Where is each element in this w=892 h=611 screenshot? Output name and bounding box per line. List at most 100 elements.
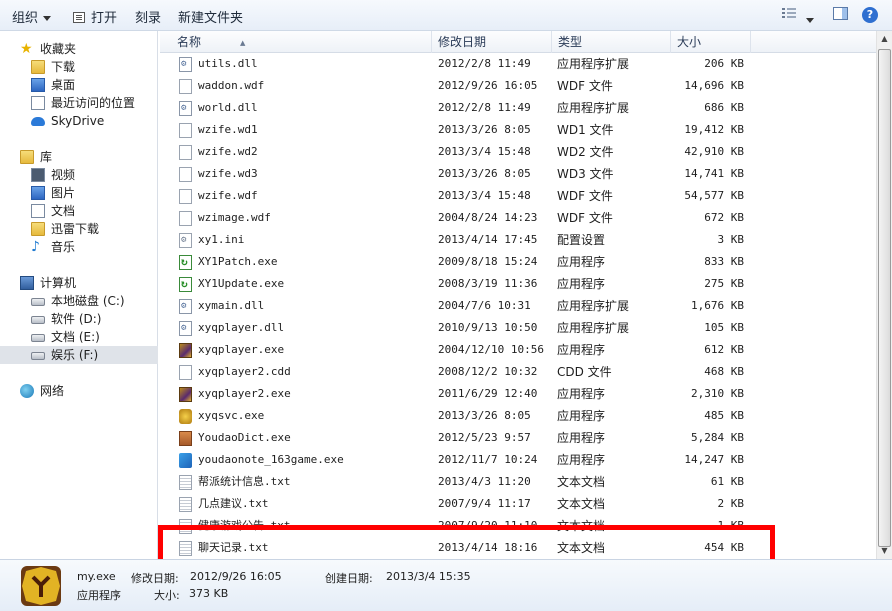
dll-file-icon bbox=[179, 57, 192, 72]
file-row[interactable]: wzife.wd3 2013/3/26 8:05 WD3 文件 14,741 KB bbox=[160, 163, 876, 185]
navigation-pane: ★ 收藏夹 下载 桌面 最近访问的位置 SkyDrive 库 视频 图片 文档 … bbox=[0, 31, 158, 559]
file-row[interactable]: YoudaoDict.exe 2012/5/23 9:57 应用程序 5,284 KB bbox=[160, 427, 876, 449]
file-type: 应用程序 bbox=[557, 431, 606, 445]
view-options-dropdown[interactable] bbox=[806, 13, 814, 27]
file-row[interactable]: waddon.wdf 2012/9/26 16:05 WDF 文件 14,696 KB bbox=[160, 75, 876, 97]
nav-computer[interactable]: 计算机 bbox=[0, 274, 158, 292]
file-row[interactable]: utils.dll 2012/2/8 11:49 应用程序扩展 206 KB bbox=[160, 53, 876, 75]
computer-icon bbox=[20, 276, 34, 290]
nav-pictures-label: 图片 bbox=[51, 186, 76, 200]
details-filename: my.exe bbox=[77, 570, 116, 583]
column-header-date[interactable]: 修改日期 bbox=[432, 31, 552, 53]
file-row[interactable]: xyqplayer2.exe 2011/6/29 12:40 应用程序 2,310 K… bbox=[160, 383, 876, 405]
scroll-down-arrow-icon[interactable]: ▼ bbox=[877, 543, 892, 559]
file-row[interactable]: wzife.wd1 2013/3/26 8:05 WD1 文件 19,412 KB bbox=[160, 119, 876, 141]
file-size: 275 KB bbox=[704, 277, 744, 290]
file-type: WD2 文件 bbox=[557, 145, 614, 159]
file-size: 61 KB bbox=[710, 475, 744, 488]
file-row[interactable]: XY1Patch.exe 2009/8/18 15:24 应用程序 833 KB bbox=[160, 251, 876, 273]
file-name: xyqplayer2.cdd bbox=[198, 365, 291, 378]
nav-drive-d[interactable]: 软件 (D:) bbox=[0, 310, 158, 328]
nav-music[interactable]: ♪ 音乐 bbox=[0, 238, 158, 256]
nav-documents[interactable]: 文档 bbox=[0, 202, 158, 220]
file-row[interactable]: 几点建议.txt 2007/9/4 11:17 文本文档 2 KB bbox=[160, 493, 876, 515]
nav-videos[interactable]: 视频 bbox=[0, 166, 158, 184]
preview-pane-button[interactable] bbox=[833, 7, 848, 20]
downloads-folder-icon bbox=[31, 60, 45, 74]
file-date: 2004/7/6 10:31 bbox=[438, 299, 531, 312]
file-row[interactable]: xyqplayer.exe 2004/12/10 10:56 应用程序 612 KB bbox=[160, 339, 876, 361]
file-date: 2008/12/2 10:32 bbox=[438, 365, 538, 378]
ini-file-icon bbox=[179, 233, 192, 248]
file-type: WD1 文件 bbox=[557, 123, 614, 137]
nav-documents-label: 文档 bbox=[51, 204, 76, 218]
file-size: 5,284 KB bbox=[691, 431, 744, 444]
file-row[interactable]: youdaonote_163game.exe 2012/11/7 10:24 应用程… bbox=[160, 449, 876, 471]
column-header-type[interactable]: 类型 bbox=[552, 31, 671, 53]
nav-drive-f[interactable]: 娱乐 (F:) bbox=[0, 346, 158, 364]
open-button[interactable]: 打开 bbox=[73, 7, 117, 26]
file-row[interactable]: wzife.wdf 2013/3/4 15:48 WDF 文件 54,577 KB bbox=[160, 185, 876, 207]
plain-file-icon bbox=[179, 365, 192, 380]
burn-button[interactable]: 刻录 bbox=[135, 7, 161, 26]
file-row[interactable]: wzimage.wdf 2004/8/24 14:23 WDF 文件 672 KB bbox=[160, 207, 876, 229]
nav-recent-places[interactable]: 最近访问的位置 bbox=[0, 94, 158, 112]
file-date: 2013/3/26 8:05 bbox=[438, 167, 531, 180]
game-file-icon bbox=[179, 387, 192, 402]
nav-drive-f-label: 娱乐 (F:) bbox=[51, 348, 99, 362]
nav-drive-c[interactable]: 本地磁盘 (C:) bbox=[0, 292, 158, 310]
nav-downloads[interactable]: 下载 bbox=[0, 58, 158, 76]
file-size: 19,412 KB bbox=[684, 123, 744, 136]
change-view-button[interactable] bbox=[782, 7, 796, 20]
sort-ascending-icon: ▲ bbox=[240, 39, 246, 47]
nav-drive-d-label: 软件 (D:) bbox=[51, 312, 102, 326]
nav-drive-e[interactable]: 文档 (E:) bbox=[0, 328, 158, 346]
organize-button[interactable]: 组织 bbox=[12, 7, 52, 26]
file-type: 文本文档 bbox=[557, 475, 606, 489]
nav-libraries-label: 库 bbox=[40, 150, 53, 164]
help-button[interactable]: ? bbox=[862, 7, 878, 23]
open-label: 打开 bbox=[91, 11, 118, 26]
scroll-up-arrow-icon[interactable]: ▲ bbox=[877, 31, 892, 47]
scrollbar-thumb[interactable] bbox=[878, 49, 891, 547]
file-row[interactable]: xyqplayer2.cdd 2008/12/2 10:32 CDD 文件 468 K… bbox=[160, 361, 876, 383]
file-size: 42,910 KB bbox=[684, 145, 744, 158]
file-name: xy1.ini bbox=[198, 233, 245, 246]
nav-network[interactable]: 网络 bbox=[0, 382, 158, 400]
nav-pictures[interactable]: 图片 bbox=[0, 184, 158, 202]
column-header-size[interactable]: 大小 bbox=[671, 31, 751, 53]
desktop-icon bbox=[31, 78, 45, 92]
vertical-scrollbar[interactable]: ▲ ▼ bbox=[876, 31, 892, 559]
preview-pane-icon bbox=[833, 7, 848, 20]
drive-icon bbox=[31, 352, 45, 360]
open-icon bbox=[73, 12, 85, 23]
file-row[interactable]: xyqsvc.exe 2013/3/26 8:05 应用程序 485 KB bbox=[160, 405, 876, 427]
file-type: 应用程序扩展 bbox=[557, 321, 630, 335]
dll-file-icon bbox=[179, 321, 192, 336]
column-header-name[interactable]: ▲ 名称 bbox=[160, 31, 432, 53]
nav-thunder-downloads[interactable]: 迅雷下载 bbox=[0, 220, 158, 238]
dll-file-icon bbox=[179, 299, 192, 314]
file-size: 485 KB bbox=[704, 409, 744, 422]
nav-desktop[interactable]: 桌面 bbox=[0, 76, 158, 94]
game-app-icon bbox=[21, 566, 61, 606]
file-row[interactable]: xyqplayer.dll 2010/9/13 10:50 应用程序扩展 105 KB bbox=[160, 317, 876, 339]
file-size: 206 KB bbox=[704, 57, 744, 70]
file-type: 应用程序扩展 bbox=[557, 101, 630, 115]
file-row[interactable]: 帮派统计信息.txt 2013/4/3 11:20 文本文档 61 KB bbox=[160, 471, 876, 493]
file-type: 应用程序扩展 bbox=[557, 57, 630, 71]
new-folder-button[interactable]: 新建文件夹 bbox=[178, 7, 243, 26]
file-name: xyqsvc.exe bbox=[198, 409, 265, 422]
nav-favorites[interactable]: ★ 收藏夹 bbox=[0, 40, 158, 58]
file-row[interactable]: world.dll 2012/2/8 11:49 应用程序扩展 686 KB bbox=[160, 97, 876, 119]
chevron-down-icon bbox=[806, 18, 814, 23]
file-row[interactable]: wzife.wd2 2013/3/4 15:48 WD2 文件 42,910 KB bbox=[160, 141, 876, 163]
nav-skydrive[interactable]: SkyDrive bbox=[0, 112, 158, 130]
file-row[interactable]: xy1.ini 2013/4/14 17:45 配置设置 3 KB bbox=[160, 229, 876, 251]
nav-libraries[interactable]: 库 bbox=[0, 148, 158, 166]
burn-label: 刻录 bbox=[135, 11, 162, 26]
file-row[interactable]: xymain.dll 2004/7/6 10:31 应用程序扩展 1,676 KB bbox=[160, 295, 876, 317]
file-row[interactable]: XY1Update.exe 2008/3/19 11:36 应用程序 275 KB bbox=[160, 273, 876, 295]
details-pane: my.exe 修改日期: 2012/9/26 16:05 创建日期: 2013/… bbox=[0, 559, 892, 611]
recent-places-icon bbox=[31, 96, 45, 110]
